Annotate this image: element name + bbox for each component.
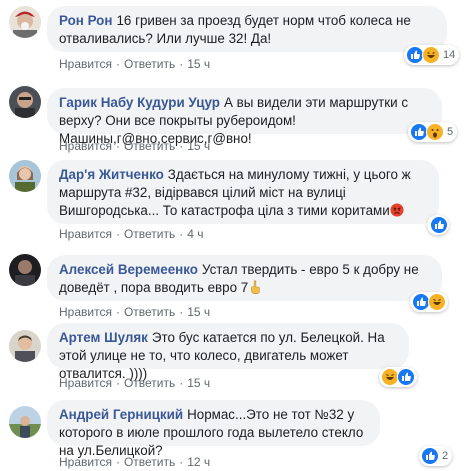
comment-item: Алексей Веремеенко Устал твердить - евро … [0,250,464,320]
comment-actions: Нравится · Ответить · 4 ч [59,227,204,241]
comment-time[interactable]: 12 ч [187,455,210,469]
reply-link[interactable]: Ответить [124,455,175,469]
reactions-badge[interactable]: 5 [408,122,458,142]
comment-actions: Нравится · Ответить · 12 ч [59,455,211,469]
avatar[interactable] [9,406,41,438]
comment-author[interactable]: Артем Шуляк [59,330,148,345]
comment-item: Артем Шуляк Это бус катается по ул. Белец… [0,320,464,390]
like-icon [397,368,415,386]
comment-actions: Нравится · Ответить · 15 ч [59,57,211,71]
like-link[interactable]: Нравится [59,376,112,390]
comment-actions: Нравится · Ответить · 15 ч [59,139,211,153]
comment-actions: Нравится · Ответить · 15 ч [59,305,211,319]
reactions-badge[interactable]: 2 [419,446,453,466]
reactions-badge[interactable] [410,292,448,312]
reply-link[interactable]: Ответить [124,139,175,153]
comment-item: Гарик Набу Кудури Уцур А вы видели эти ма… [0,78,464,158]
comment-actions: Нравится · Ответить · 15 ч [59,376,211,390]
comment-bubble: Артем Шуляк Это бус катается по ул. Белец… [47,323,409,381]
comment-bubble: Гарик Набу Кудури Уцур А вы видели эти ма… [47,88,442,146]
reaction-count: 5 [447,126,454,138]
reply-link[interactable]: Ответить [124,227,175,241]
like-icon [430,216,448,234]
comment-item: Дар'я Житченко Здається на минулому тижні… [0,158,464,250]
comment-author[interactable]: Андрей Герницкий [59,407,183,422]
comment-bubble: Андрей Герницкий Нормас...Это не тот №32 … [47,400,380,458]
avatar[interactable] [9,254,41,286]
reply-link[interactable]: Ответить [124,305,175,319]
reply-link[interactable]: Ответить [124,57,175,71]
avatar[interactable] [9,6,41,38]
comment-time[interactable]: 4 ч [187,227,203,241]
reply-link[interactable]: Ответить [124,376,175,390]
like-link[interactable]: Нравится [59,57,112,71]
angry-face-emoji [390,203,404,217]
reaction-count: 14 [443,49,456,61]
comment-time[interactable]: 15 ч [187,57,210,71]
comment-bubble: Рон Рон 16 гривен за проезд будет норм чт… [47,6,447,52]
laugh-icon [422,46,440,64]
comment-bubble: Дар'я Житченко Здається на минулому тижні… [47,160,439,224]
like-link[interactable]: Нравится [59,227,112,241]
like-link[interactable]: Нравится [59,305,112,319]
wow-icon [426,123,444,141]
comment-author[interactable]: Дар'я Житченко [59,167,164,182]
comment-author[interactable]: Рон Рон [59,13,112,28]
like-icon [421,447,439,465]
pointing-finger-emoji [251,280,260,294]
avatar[interactable] [9,330,41,362]
comment-time[interactable]: 15 ч [187,305,210,319]
comment-time[interactable]: 15 ч [187,376,210,390]
avatar[interactable] [9,86,41,118]
comment-item: Андрей Герницкий Нормас...Это не тот №32 … [0,390,464,471]
like-link[interactable]: Нравится [59,455,112,469]
avatar[interactable] [9,160,41,192]
reactions-badge[interactable]: 14 [404,45,460,65]
comment-author[interactable]: Гарик Набу Кудури Уцур [59,95,220,110]
comment-item: Рон Рон 16 гривен за проезд будет норм чт… [0,0,464,78]
comment-author[interactable]: Алексей Веремеенко [59,262,198,277]
comment-bubble: Алексей Веремеенко Устал твердить - евро … [47,255,442,301]
comment-time[interactable]: 15 ч [187,139,210,153]
like-link[interactable]: Нравится [59,139,112,153]
reactions-badge[interactable] [427,215,449,235]
reactions-badge[interactable] [379,367,417,387]
reaction-count: 2 [442,450,449,462]
laugh-icon [428,293,446,311]
